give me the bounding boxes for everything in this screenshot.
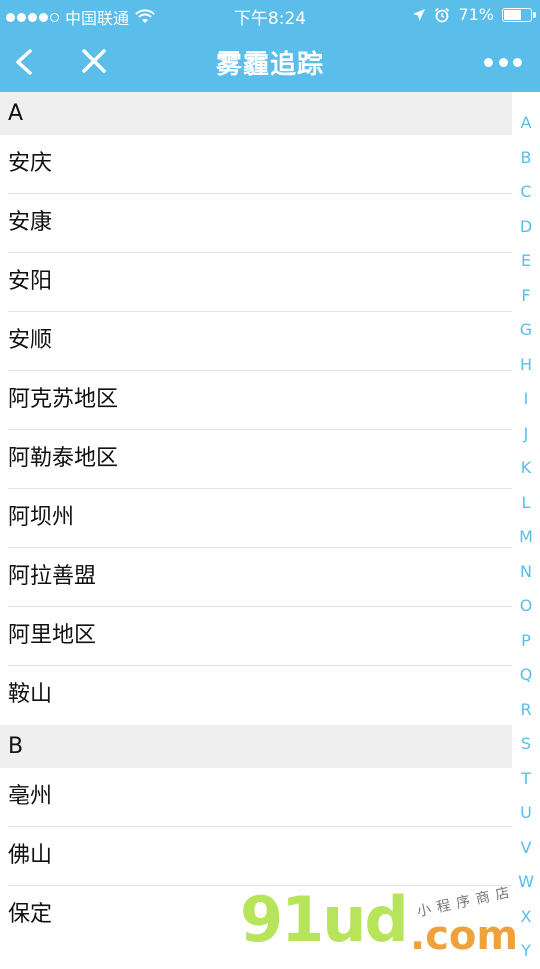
city-list-item[interactable]: 阿里地区 bbox=[0, 607, 512, 666]
index-letter-e[interactable]: E bbox=[521, 244, 531, 279]
more-button[interactable] bbox=[484, 50, 522, 74]
status-bar: 中国联通 下午8:24 71% bbox=[0, 0, 540, 32]
city-list-item[interactable]: 安顺 bbox=[0, 312, 512, 371]
section-header-b: B bbox=[0, 725, 512, 768]
city-list-item[interactable]: 安庆 bbox=[0, 135, 512, 194]
battery-percent: 71% bbox=[458, 5, 494, 24]
page-title: 雾霾追踪 bbox=[215, 50, 324, 80]
index-letter-o[interactable]: O bbox=[520, 589, 533, 624]
index-letter-n[interactable]: N bbox=[520, 555, 532, 590]
index-letter-r[interactable]: R bbox=[520, 693, 531, 728]
city-list-item[interactable]: 鞍山 bbox=[0, 666, 512, 725]
index-letter-a[interactable]: A bbox=[521, 106, 532, 141]
battery-fill bbox=[504, 9, 522, 20]
index-letter-j[interactable]: J bbox=[524, 417, 529, 452]
index-letter-t[interactable]: T bbox=[521, 762, 531, 797]
alarm-clock-icon bbox=[435, 7, 450, 22]
city-list-item[interactable]: 安阳 bbox=[0, 253, 512, 312]
city-list-item[interactable]: 阿勒泰地区 bbox=[0, 430, 512, 489]
index-letter-v[interactable]: V bbox=[521, 831, 532, 866]
city-list-item[interactable]: 佛山 bbox=[0, 827, 512, 886]
location-arrow-icon bbox=[413, 8, 426, 21]
city-list: A 安庆 安康 安阳 安顺 阿克苏地区 阿勒泰地区 阿坝州 阿拉善盟 阿里地区 鞍山 B 亳州 佛山 保定 bbox=[0, 92, 512, 945]
index-letter-f[interactable]: F bbox=[521, 279, 530, 314]
index-letter-d[interactable]: D bbox=[520, 210, 532, 245]
index-letter-m[interactable]: M bbox=[519, 520, 533, 555]
index-letter-x[interactable]: X bbox=[521, 900, 532, 935]
top-bar: 中国联通 下午8:24 71% 雾霾追踪 bbox=[0, 0, 540, 92]
battery-icon bbox=[502, 7, 536, 22]
index-letter-h[interactable]: H bbox=[520, 348, 532, 383]
index-letter-p[interactable]: P bbox=[521, 624, 531, 659]
index-letter-w[interactable]: W bbox=[518, 865, 534, 900]
index-letter-i[interactable]: I bbox=[524, 382, 529, 417]
alphabet-index[interactable]: ABCDEFGHIJKLMNOPQRSTUVWXY bbox=[512, 106, 540, 969]
more-dots-icon bbox=[484, 57, 493, 67]
section-header-a: A bbox=[0, 92, 512, 135]
city-list-item[interactable]: 阿拉善盟 bbox=[0, 548, 512, 607]
index-letter-y[interactable]: Y bbox=[521, 934, 531, 969]
city-list-item[interactable]: 阿坝州 bbox=[0, 489, 512, 548]
city-list-item[interactable]: 保定 bbox=[0, 886, 512, 945]
index-letter-c[interactable]: C bbox=[520, 175, 531, 210]
index-letter-b[interactable]: B bbox=[521, 141, 532, 176]
index-letter-s[interactable]: S bbox=[521, 727, 531, 762]
city-list-item[interactable]: 阿克苏地区 bbox=[0, 371, 512, 430]
index-letter-g[interactable]: G bbox=[520, 313, 532, 348]
navigation-bar: 雾霾追踪 bbox=[0, 32, 540, 92]
city-list-item[interactable]: 安康 bbox=[0, 194, 512, 253]
index-letter-u[interactable]: U bbox=[520, 796, 532, 831]
index-letter-k[interactable]: K bbox=[521, 451, 532, 486]
city-list-item[interactable]: 亳州 bbox=[0, 768, 512, 827]
index-letter-l[interactable]: L bbox=[522, 486, 531, 521]
index-letter-q[interactable]: Q bbox=[520, 658, 533, 693]
status-right: 71% bbox=[412, 5, 536, 24]
